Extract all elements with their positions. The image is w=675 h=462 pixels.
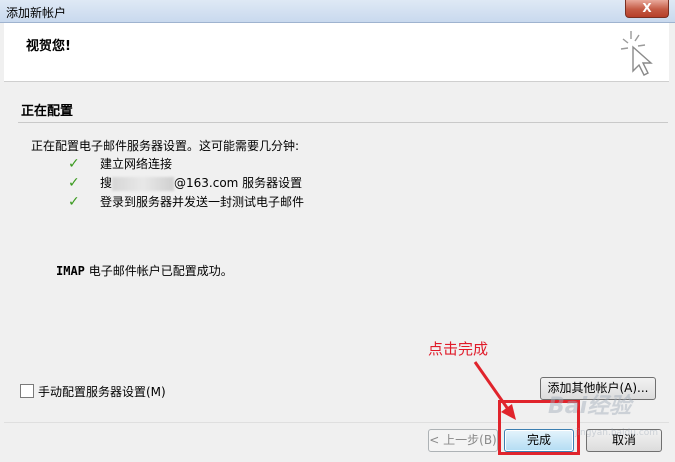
- watermark-logo: Bai经验: [548, 394, 632, 419]
- watermark-url: jingyan.baidu.com: [575, 428, 659, 438]
